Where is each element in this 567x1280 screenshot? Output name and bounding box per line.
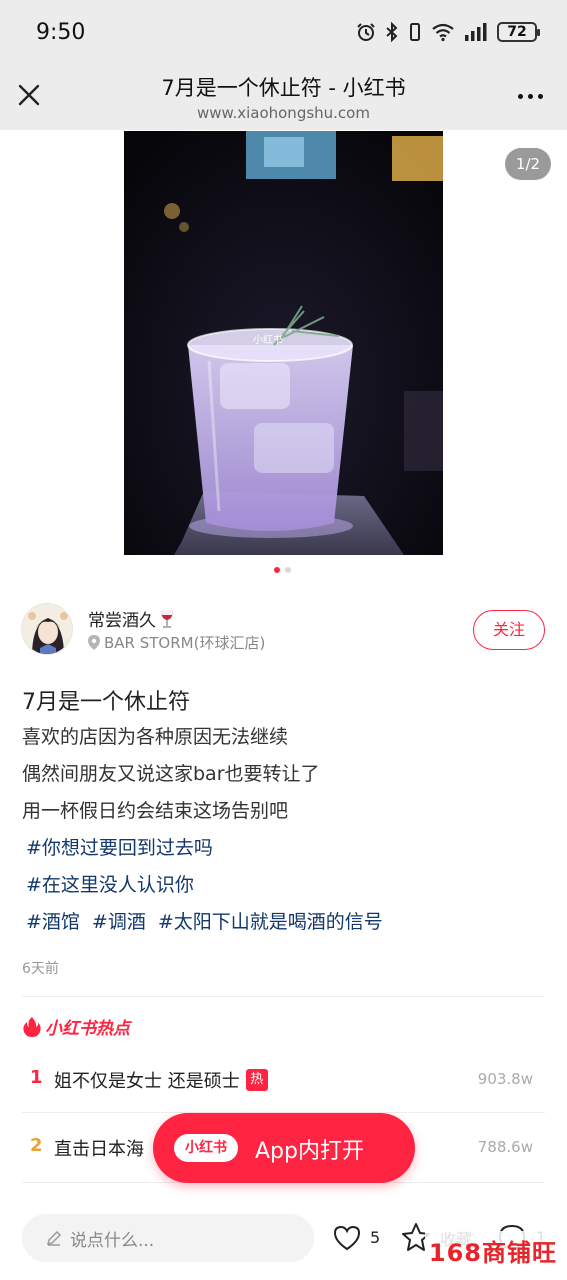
status-time: 9:50	[36, 20, 86, 45]
alarm-icon	[357, 23, 375, 41]
avatar-image	[22, 604, 72, 654]
hashtag-link[interactable]: #太阳下山就是喝酒的信号	[158, 907, 383, 934]
battery-indicator: 72	[497, 22, 540, 42]
more-dot-icon	[518, 94, 523, 99]
cocktail-photo: 小红书	[124, 131, 443, 555]
divider	[22, 996, 545, 997]
close-icon	[18, 84, 40, 106]
image-watermark: 小红书	[253, 333, 283, 346]
open-in-app-label: App内打开	[255, 1139, 364, 1164]
hot-list-header: 小红书热点	[22, 1014, 130, 1039]
comment-input[interactable]: 说点什么...	[22, 1214, 314, 1262]
carousel-indicator	[274, 567, 291, 573]
page-url: www.xiaohongshu.com	[197, 104, 370, 122]
like-button[interactable]	[333, 1225, 361, 1255]
pencil-icon	[46, 1230, 62, 1246]
author-avatar[interactable]	[21, 603, 73, 655]
carousel-dot	[285, 567, 291, 573]
location-text: BAR STORM(环球汇店)	[104, 634, 266, 652]
hot-item-title: 直击日本海	[54, 1139, 144, 1160]
hot-item-title: 姐不仅是女士 还是硕士	[54, 1071, 240, 1092]
site-watermark: 168商铺旺	[424, 1231, 561, 1269]
author-name[interactable]: 常尝酒久	[88, 606, 175, 631]
hot-item-title-row: 姐不仅是女士 还是硕士 热	[54, 1067, 268, 1093]
page-title: 7月是一个休止符 - 小红书	[161, 76, 406, 100]
hot-item-title-row: 直击日本海	[54, 1135, 144, 1161]
status-bar: 9:50 72	[0, 0, 567, 70]
hashtag-link[interactable]: #酒馆	[26, 907, 80, 934]
carousel-dot-active	[274, 567, 280, 573]
hot-list-title: 小红书热点	[45, 1019, 130, 1039]
app-logo: 小红书	[174, 1134, 238, 1162]
wifi-icon	[432, 23, 454, 42]
location-link[interactable]: BAR STORM(环球汇店)	[88, 632, 265, 653]
heart-icon	[333, 1225, 361, 1251]
more-options-button[interactable]	[518, 94, 543, 99]
hot-count: 903.8w	[477, 1070, 533, 1088]
location-pin-icon	[88, 635, 100, 650]
browser-header: 7月是一个休止符 - 小红书 www.xiaohongshu.com	[0, 70, 567, 130]
hot-count: 788.6w	[477, 1138, 533, 1156]
post-time: 6天前	[22, 961, 59, 977]
vibrate-icon	[410, 23, 420, 41]
post-text-line: 用一杯假日约会结束这场告别吧	[22, 800, 289, 822]
bluetooth-icon	[386, 22, 398, 42]
hot-rank: 1	[30, 1067, 43, 1088]
flame-icon	[23, 1016, 41, 1037]
author-name-text: 常尝酒久	[88, 611, 156, 631]
hashtag-link[interactable]: #你想过要回到过去吗	[26, 833, 213, 860]
post-text-line: 喜欢的店因为各种原因无法继续	[22, 726, 289, 748]
close-button[interactable]	[14, 80, 44, 110]
post-title: 7月是一个休止符	[22, 690, 190, 715]
hashtag-link[interactable]: #在这里没人认识你	[26, 870, 194, 897]
hot-rank: 2	[30, 1135, 43, 1156]
status-icons: 72	[356, 22, 540, 42]
post-text-line: 偶然间朋友又说这家bar也要转让了	[22, 763, 320, 785]
image-page-counter: 1/2	[505, 148, 551, 180]
post-image[interactable]: 小红书	[124, 131, 443, 555]
comment-placeholder: 说点什么...	[70, 1230, 155, 1251]
open-in-app-button[interactable]: 小红书 App内打开	[153, 1113, 415, 1183]
wine-glass-icon	[161, 609, 173, 628]
more-dot-icon	[528, 94, 533, 99]
more-dot-icon	[538, 94, 543, 99]
hashtag-link[interactable]: #调酒	[92, 907, 146, 934]
hot-badge: 热	[245, 1069, 268, 1091]
signal-icon	[465, 23, 487, 41]
like-count: 5	[370, 1228, 381, 1247]
follow-button[interactable]: 关注	[473, 610, 545, 650]
